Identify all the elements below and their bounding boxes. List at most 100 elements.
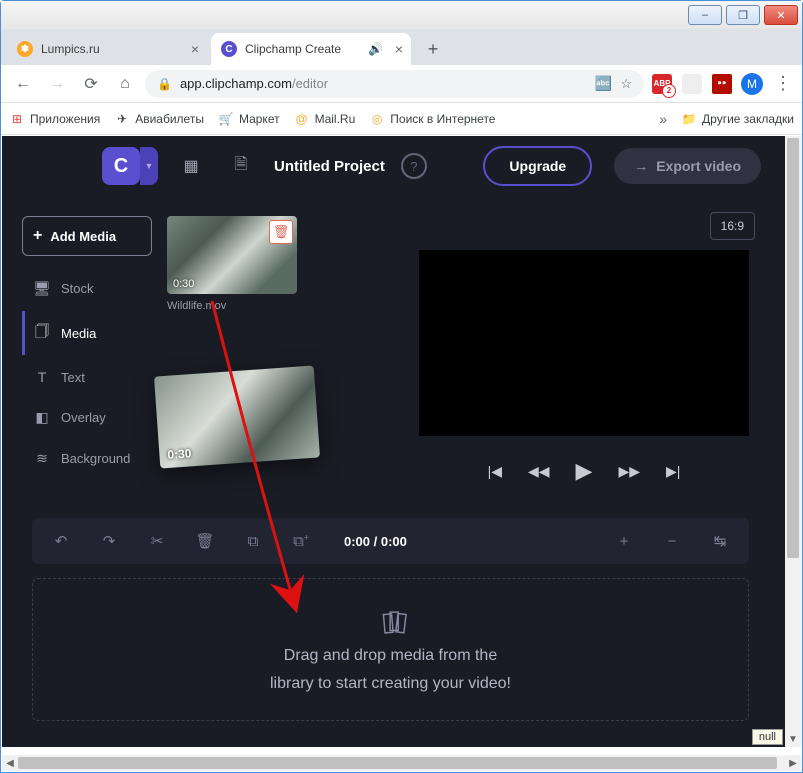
vertical-scrollbar[interactable]: ▲ ▼ xyxy=(785,136,801,747)
arrow-right-icon: → xyxy=(634,158,648,174)
aspect-ratio-button[interactable]: 16:9 xyxy=(710,212,755,240)
window-minimize-button[interactable]: – xyxy=(688,5,722,25)
sidebar-item-overlay[interactable]: ◧Overlay xyxy=(22,399,152,436)
tab-close-icon[interactable]: × xyxy=(395,41,403,57)
video-preview[interactable] xyxy=(419,250,749,436)
new-tab-button[interactable]: + xyxy=(419,35,447,63)
overlay-icon: ◧ xyxy=(33,409,51,426)
zoom-out-button[interactable]: − xyxy=(657,526,687,556)
export-video-button[interactable]: → Export video xyxy=(614,148,761,184)
fast-forward-button[interactable]: ▶▶ xyxy=(618,463,640,480)
timeline-dropzone[interactable]: ▯▯▯ Drag and drop media from the library… xyxy=(32,578,749,721)
ext-generic-icon[interactable] xyxy=(680,72,704,96)
scroll-thumb[interactable] xyxy=(18,757,777,769)
tab-close-icon[interactable]: × xyxy=(191,41,199,57)
profile-avatar[interactable]: М xyxy=(740,72,764,96)
tab-title: Clipchamp Create xyxy=(245,42,341,56)
scroll-thumb[interactable] xyxy=(787,138,799,558)
app-main: + Add Media 🖥Stock 🗍Media TText ◧Overlay… xyxy=(2,196,785,747)
project-title[interactable]: Untitled Project xyxy=(274,158,385,175)
address-bar[interactable]: 🔒 app.clipchamp.com/editor 🔤 ☆ xyxy=(145,70,644,98)
nav-reload-button[interactable]: ⟳ xyxy=(77,70,105,98)
sidebar-item-background[interactable]: ≋Background xyxy=(22,440,152,477)
video-library-icon[interactable]: ▦ xyxy=(174,149,208,183)
text-icon: T xyxy=(33,369,51,385)
redo-button[interactable]: ↷ xyxy=(94,526,124,556)
preview-panel: 16:9 |◀ ◀◀ ▶ ▶▶ ▶| xyxy=(419,216,749,484)
timeline-toolbar: ↶ ↷ ✂ 🗑 ⧉ ⧉⁺ 0:00 / 0:00 + − ↹ xyxy=(32,518,749,564)
scroll-left-icon[interactable]: ◀ xyxy=(2,758,18,769)
bookmark-market[interactable]: 🛒Маркет xyxy=(218,111,280,127)
sidebar-item-text[interactable]: TText xyxy=(22,359,152,395)
skip-end-button[interactable]: ▶| xyxy=(666,463,680,480)
tab-audio-icon[interactable]: 🔊 xyxy=(368,42,383,56)
zoom-in-button[interactable]: + xyxy=(609,526,639,556)
media-icon: 🗍 xyxy=(33,321,51,345)
group-button[interactable]: ⧉⁺ xyxy=(286,526,316,556)
nav-back-button[interactable]: ← xyxy=(9,70,37,98)
apps-icon: ⊞ xyxy=(9,111,25,127)
bookmark-star-icon[interactable]: ☆ xyxy=(620,76,632,92)
translate-icon[interactable]: 🔤 xyxy=(595,75,612,92)
browser-menu-button[interactable]: ⋮ xyxy=(770,72,794,96)
window-titlebar: – ❐ ✕ xyxy=(1,1,802,29)
bookmark-aviabilety[interactable]: ✈Авиабилеты xyxy=(114,111,204,127)
plus-icon: + xyxy=(33,227,42,245)
dropzone-text-line2: library to start creating your video! xyxy=(270,675,511,693)
favicon-clipchamp-icon: C xyxy=(221,41,237,57)
horizontal-scrollbar[interactable]: ◀ ▶ xyxy=(2,755,801,771)
nav-home-button[interactable]: ⌂ xyxy=(111,70,139,98)
help-button[interactable]: ? xyxy=(401,153,427,179)
lock-icon: 🔒 xyxy=(157,77,172,91)
delete-button[interactable]: 🗑 xyxy=(190,526,220,556)
ext-adblock-icon[interactable]: ABP xyxy=(650,72,674,96)
layers-icon: ≋ xyxy=(33,450,51,467)
sidebar-item-stock[interactable]: 🖥Stock xyxy=(22,270,152,307)
rewind-button[interactable]: ◀◀ xyxy=(528,463,550,480)
browser-toolbar: ← → ⟳ ⌂ 🔒 app.clipchamp.com/editor 🔤 ☆ A… xyxy=(1,65,802,103)
fit-button[interactable]: ↹ xyxy=(705,526,735,556)
tab-lumpics[interactable]: ✽ Lumpics.ru × xyxy=(7,33,207,65)
media-library: 🗑 0:30 Wildlife.mov xyxy=(167,216,317,312)
nav-forward-button: → xyxy=(43,70,71,98)
playback-controls: |◀ ◀◀ ▶ ▶▶ ▶| xyxy=(419,458,749,484)
tab-title: Lumpics.ru xyxy=(41,42,100,56)
delete-media-button[interactable]: 🗑 xyxy=(269,220,293,244)
skip-start-button[interactable]: |◀ xyxy=(488,463,502,480)
null-badge: null xyxy=(752,729,783,745)
app-logo[interactable]: C xyxy=(102,147,140,185)
scroll-down-icon[interactable]: ▼ xyxy=(785,731,801,747)
dropzone-text-line1: Drag and drop media from the xyxy=(284,647,497,665)
window-close-button[interactable]: ✕ xyxy=(764,5,798,25)
duplicate-button[interactable]: ⧉ xyxy=(238,526,268,556)
sidebar-item-media[interactable]: 🗍Media xyxy=(22,311,152,355)
media-filename: Wildlife.mov xyxy=(167,300,317,312)
bookmark-mailru[interactable]: @Mail.Ru xyxy=(294,111,356,127)
document-icon[interactable]: 🗎 xyxy=(224,149,258,183)
window-maximize-button[interactable]: ❐ xyxy=(726,5,760,25)
sidebar: + Add Media 🖥Stock 🗍Media TText ◧Overlay… xyxy=(22,216,152,477)
bookmark-apps[interactable]: ⊞Приложения xyxy=(9,111,100,127)
upgrade-button[interactable]: Upgrade xyxy=(483,146,592,186)
scroll-right-icon[interactable]: ▶ xyxy=(785,758,801,769)
tab-clipchamp[interactable]: C Clipchamp Create 🔊 × xyxy=(211,33,411,65)
app-header: C ▾ ▦ 🗎 Untitled Project ? Upgrade → Exp… xyxy=(2,136,801,196)
play-button[interactable]: ▶ xyxy=(576,458,593,484)
ext-adobe-icon[interactable]: ⁍⁍ xyxy=(710,72,734,96)
search-icon: ◎ xyxy=(369,111,385,127)
bookmarks-overflow-button[interactable]: » xyxy=(659,111,667,127)
mail-icon: @ xyxy=(294,111,310,127)
media-duration: 0:30 xyxy=(173,278,194,290)
app-menu-dropdown[interactable]: ▾ xyxy=(140,147,158,185)
split-button[interactable]: ✂ xyxy=(142,526,172,556)
folder-icon: 📁 xyxy=(681,111,697,127)
dragging-media-ghost: 0:30 xyxy=(154,366,320,469)
plane-icon: ✈ xyxy=(114,111,130,127)
bookmark-search[interactable]: ◎Поиск в Интернете xyxy=(369,111,495,127)
add-media-button[interactable]: + Add Media xyxy=(22,216,152,256)
dropzone-cards-icon: ▯▯▯ xyxy=(380,605,402,638)
bookmark-other[interactable]: 📁Другие закладки xyxy=(681,111,794,127)
undo-button[interactable]: ↶ xyxy=(46,526,76,556)
timeline-timecode: 0:00 / 0:00 xyxy=(344,534,407,549)
media-thumbnail-wildlife[interactable]: 🗑 0:30 xyxy=(167,216,297,294)
